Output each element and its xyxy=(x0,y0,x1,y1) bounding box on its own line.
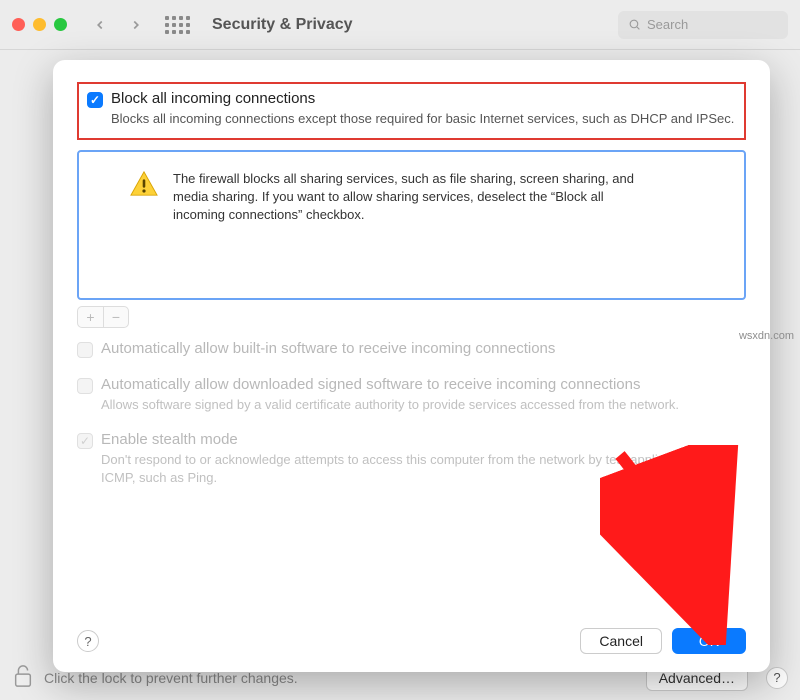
traffic-lights xyxy=(12,18,67,31)
maximize-window-icon[interactable] xyxy=(54,18,67,31)
firewall-options-sheet: Block all incoming connections Blocks al… xyxy=(53,60,770,672)
window-title: Security & Privacy xyxy=(212,16,608,34)
stealth-label: Enable stealth mode xyxy=(101,431,238,448)
bg-help-button[interactable]: ? xyxy=(766,667,788,689)
signed-checkbox xyxy=(77,378,93,394)
block-all-checkbox[interactable] xyxy=(87,92,103,108)
minimize-window-icon[interactable] xyxy=(33,18,46,31)
block-all-section: Block all incoming connections Blocks al… xyxy=(77,82,746,140)
block-all-desc: Blocks all incoming connections except t… xyxy=(111,110,736,128)
stealth-checkbox: ✓ xyxy=(77,433,93,449)
search-input[interactable]: Search xyxy=(618,11,788,39)
signed-desc: Allows software signed by a valid certif… xyxy=(101,396,746,414)
show-all-icon[interactable] xyxy=(165,16,190,34)
nav-forward-button[interactable] xyxy=(123,12,149,38)
add-remove-buttons: + − xyxy=(77,306,746,328)
sheet-footer: ? Cancel OK xyxy=(77,628,746,654)
cancel-button[interactable]: Cancel xyxy=(580,628,662,654)
search-placeholder: Search xyxy=(647,17,688,32)
add-button[interactable]: + xyxy=(77,306,103,328)
help-button[interactable]: ? xyxy=(77,630,99,652)
ok-button[interactable]: OK xyxy=(672,628,746,654)
search-icon xyxy=(628,18,641,31)
stealth-desc: Don't respond to or acknowledge attempts… xyxy=(101,451,746,486)
lock-icon[interactable] xyxy=(12,663,34,692)
warning-icon xyxy=(129,170,159,203)
remove-button[interactable]: − xyxy=(103,306,129,328)
firewall-info-text: The firewall blocks all sharing services… xyxy=(173,170,653,225)
window-toolbar: Security & Privacy Search xyxy=(0,0,800,50)
signed-label: Automatically allow downloaded signed so… xyxy=(101,376,640,393)
block-all-label: Block all incoming connections xyxy=(111,90,315,107)
option-builtin: Automatically allow built-in software to… xyxy=(77,340,746,358)
watermark: wsxdn.com xyxy=(739,330,794,342)
builtin-checkbox xyxy=(77,342,93,358)
firewall-info-box: The firewall blocks all sharing services… xyxy=(77,150,746,300)
close-window-icon[interactable] xyxy=(12,18,25,31)
nav-back-button[interactable] xyxy=(87,12,113,38)
option-stealth: ✓ Enable stealth mode Don't respond to o… xyxy=(77,431,746,486)
option-signed: Automatically allow downloaded signed so… xyxy=(77,376,746,414)
builtin-label: Automatically allow built-in software to… xyxy=(101,340,555,357)
